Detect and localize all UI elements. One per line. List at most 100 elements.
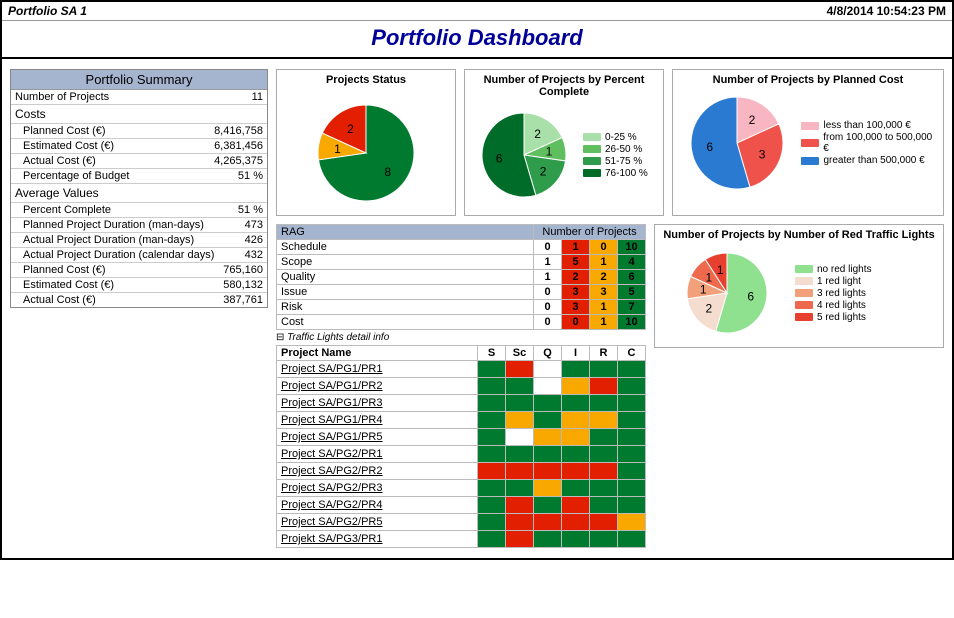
summary-avg-actual-dur: Actual Project Duration (man-days) 426 bbox=[11, 233, 267, 248]
label: Actual Project Duration (man-days) bbox=[23, 234, 239, 246]
rag-red: 1 bbox=[562, 240, 590, 255]
status-cell bbox=[590, 531, 618, 548]
project-link[interactable]: Project SA/PG1/PR5 bbox=[281, 431, 383, 443]
rag-table: RAG Number of Projects Schedule01010Scop… bbox=[276, 224, 646, 330]
label: Actual Cost (€) bbox=[23, 294, 217, 306]
project-name-cell: Project SA/PG2/PR4 bbox=[277, 497, 478, 514]
status-cell bbox=[478, 361, 506, 378]
status-cell bbox=[590, 378, 618, 395]
summary-planned-cost: Planned Cost (€) 8,416,758 bbox=[11, 124, 267, 139]
status-cell bbox=[534, 395, 562, 412]
status-cell bbox=[478, 480, 506, 497]
project-name-cell: Project SA/PG1/PR5 bbox=[277, 429, 478, 446]
rag-label: Quality bbox=[277, 270, 534, 285]
traffic-lights-toggle[interactable]: Traffic Lights detail info bbox=[276, 330, 646, 345]
chart-red-title: Number of Projects by Number of Red Traf… bbox=[659, 229, 939, 241]
summary-avg-pct: Percent Complete 51 % bbox=[11, 203, 267, 218]
status-cell bbox=[506, 531, 534, 548]
detail-name-header: Project Name bbox=[277, 346, 478, 361]
chart-cost-legend: less than 100,000 € from 100,000 to 500,… bbox=[801, 119, 939, 167]
rag-white: 0 bbox=[534, 285, 562, 300]
page-title: Portfolio Dashboard bbox=[2, 21, 952, 59]
project-link[interactable]: Project SA/PG1/PR3 bbox=[281, 397, 383, 409]
detail-row: Project SA/PG2/PR2 bbox=[277, 463, 646, 480]
status-cell bbox=[534, 378, 562, 395]
project-link[interactable]: Project SA/PG2/PR4 bbox=[281, 499, 383, 511]
project-link[interactable]: Projekt SA/PG3/PR1 bbox=[281, 533, 383, 545]
pie-value-label: 2 bbox=[749, 113, 756, 127]
value: 11 bbox=[246, 91, 263, 103]
project-link[interactable]: Project SA/PG2/PR2 bbox=[281, 465, 383, 477]
detail-row: Project SA/PG2/PR3 bbox=[277, 480, 646, 497]
summary-estimated-cost: Estimated Cost (€) 6,381,456 bbox=[11, 139, 267, 154]
rag-amber: 2 bbox=[590, 270, 618, 285]
status-cell bbox=[506, 514, 534, 531]
value: 432 bbox=[239, 249, 263, 261]
chart-cost-title: Number of Projects by Planned Cost bbox=[677, 74, 939, 86]
status-cell bbox=[478, 446, 506, 463]
col-sc: Sc bbox=[506, 346, 534, 361]
status-cell bbox=[590, 514, 618, 531]
rag-green: 10 bbox=[618, 315, 646, 330]
value: 6,381,456 bbox=[208, 140, 263, 152]
label: Estimated Cost (€) bbox=[23, 140, 208, 152]
project-link[interactable]: Project SA/PG2/PR5 bbox=[281, 516, 383, 528]
status-cell bbox=[618, 480, 646, 497]
status-cell bbox=[590, 446, 618, 463]
chart-red-panel: Number of Projects by Number of Red Traf… bbox=[654, 224, 944, 348]
status-cell bbox=[562, 446, 590, 463]
project-link[interactable]: Project SA/PG2/PR3 bbox=[281, 482, 383, 494]
status-cell bbox=[590, 412, 618, 429]
status-cell bbox=[618, 531, 646, 548]
top-bar: Portfolio SA 1 4/8/2014 10:54:23 PM bbox=[2, 2, 952, 21]
status-cell bbox=[590, 395, 618, 412]
rag-white: 1 bbox=[534, 255, 562, 270]
pie-value-label: 6 bbox=[747, 289, 754, 303]
label: Planned Cost (€) bbox=[23, 125, 208, 137]
status-cell bbox=[618, 446, 646, 463]
summary-avg-planned-cost: Planned Cost (€) 765,160 bbox=[11, 263, 267, 278]
rag-amber: 1 bbox=[590, 300, 618, 315]
pie-value-label: 1 bbox=[706, 270, 713, 284]
dashboard-page: Portfolio SA 1 4/8/2014 10:54:23 PM Port… bbox=[0, 0, 954, 560]
project-link[interactable]: Project SA/PG1/PR4 bbox=[281, 414, 383, 426]
legend-label: less than 100,000 € bbox=[823, 120, 910, 131]
legend-label: 4 red lights bbox=[817, 300, 866, 311]
project-link[interactable]: Project SA/PG1/PR1 bbox=[281, 363, 383, 375]
project-name-cell: Project SA/PG2/PR2 bbox=[277, 463, 478, 480]
rag-row-quality: Quality1226 bbox=[277, 270, 646, 285]
pie-value-label: 1 bbox=[717, 263, 724, 277]
chart-pct-pie: 2126 bbox=[469, 100, 579, 210]
detail-table: Project Name S Sc Q I R C Project SA/PG1… bbox=[276, 345, 646, 548]
pie-value-label: 1 bbox=[334, 142, 341, 156]
summary-pct-budget: Percentage of Budget 51 % bbox=[11, 169, 267, 184]
chart-cost-pie: 236 bbox=[677, 88, 795, 198]
pie-value-label: 2 bbox=[347, 122, 354, 136]
rag-red: 3 bbox=[562, 300, 590, 315]
status-cell bbox=[534, 514, 562, 531]
rag-label: Schedule bbox=[277, 240, 534, 255]
label: Planned Project Duration (man-days) bbox=[23, 219, 239, 231]
summary-avg-planned-dur: Planned Project Duration (man-days) 473 bbox=[11, 218, 267, 233]
status-cell bbox=[618, 497, 646, 514]
project-name-cell: Project SA/PG2/PR5 bbox=[277, 514, 478, 531]
content-area: Portfolio Summary Number of Projects 11 … bbox=[2, 59, 952, 558]
legend-label: no red lights bbox=[817, 264, 871, 275]
legend-label: 76-100 % bbox=[605, 168, 648, 179]
col-r: R bbox=[590, 346, 618, 361]
legend-label: 5 red lights bbox=[817, 312, 866, 323]
chart-status-panel: Projects Status 812 bbox=[276, 69, 456, 216]
summary-title: Portfolio Summary bbox=[11, 70, 267, 90]
pie-value-label: 1 bbox=[700, 283, 707, 297]
chart-status-pie: 812 bbox=[281, 88, 451, 208]
project-link[interactable]: Project SA/PG2/PR1 bbox=[281, 448, 383, 460]
summary-avg-heading: Average Values bbox=[11, 184, 267, 203]
detail-row: Projekt SA/PG3/PR1 bbox=[277, 531, 646, 548]
status-cell bbox=[618, 412, 646, 429]
rag-white: 0 bbox=[534, 240, 562, 255]
rag-green: 10 bbox=[618, 240, 646, 255]
value: 8,416,758 bbox=[208, 125, 263, 137]
value: 473 bbox=[239, 219, 263, 231]
project-link[interactable]: Project SA/PG1/PR2 bbox=[281, 380, 383, 392]
rag-white: 1 bbox=[534, 270, 562, 285]
